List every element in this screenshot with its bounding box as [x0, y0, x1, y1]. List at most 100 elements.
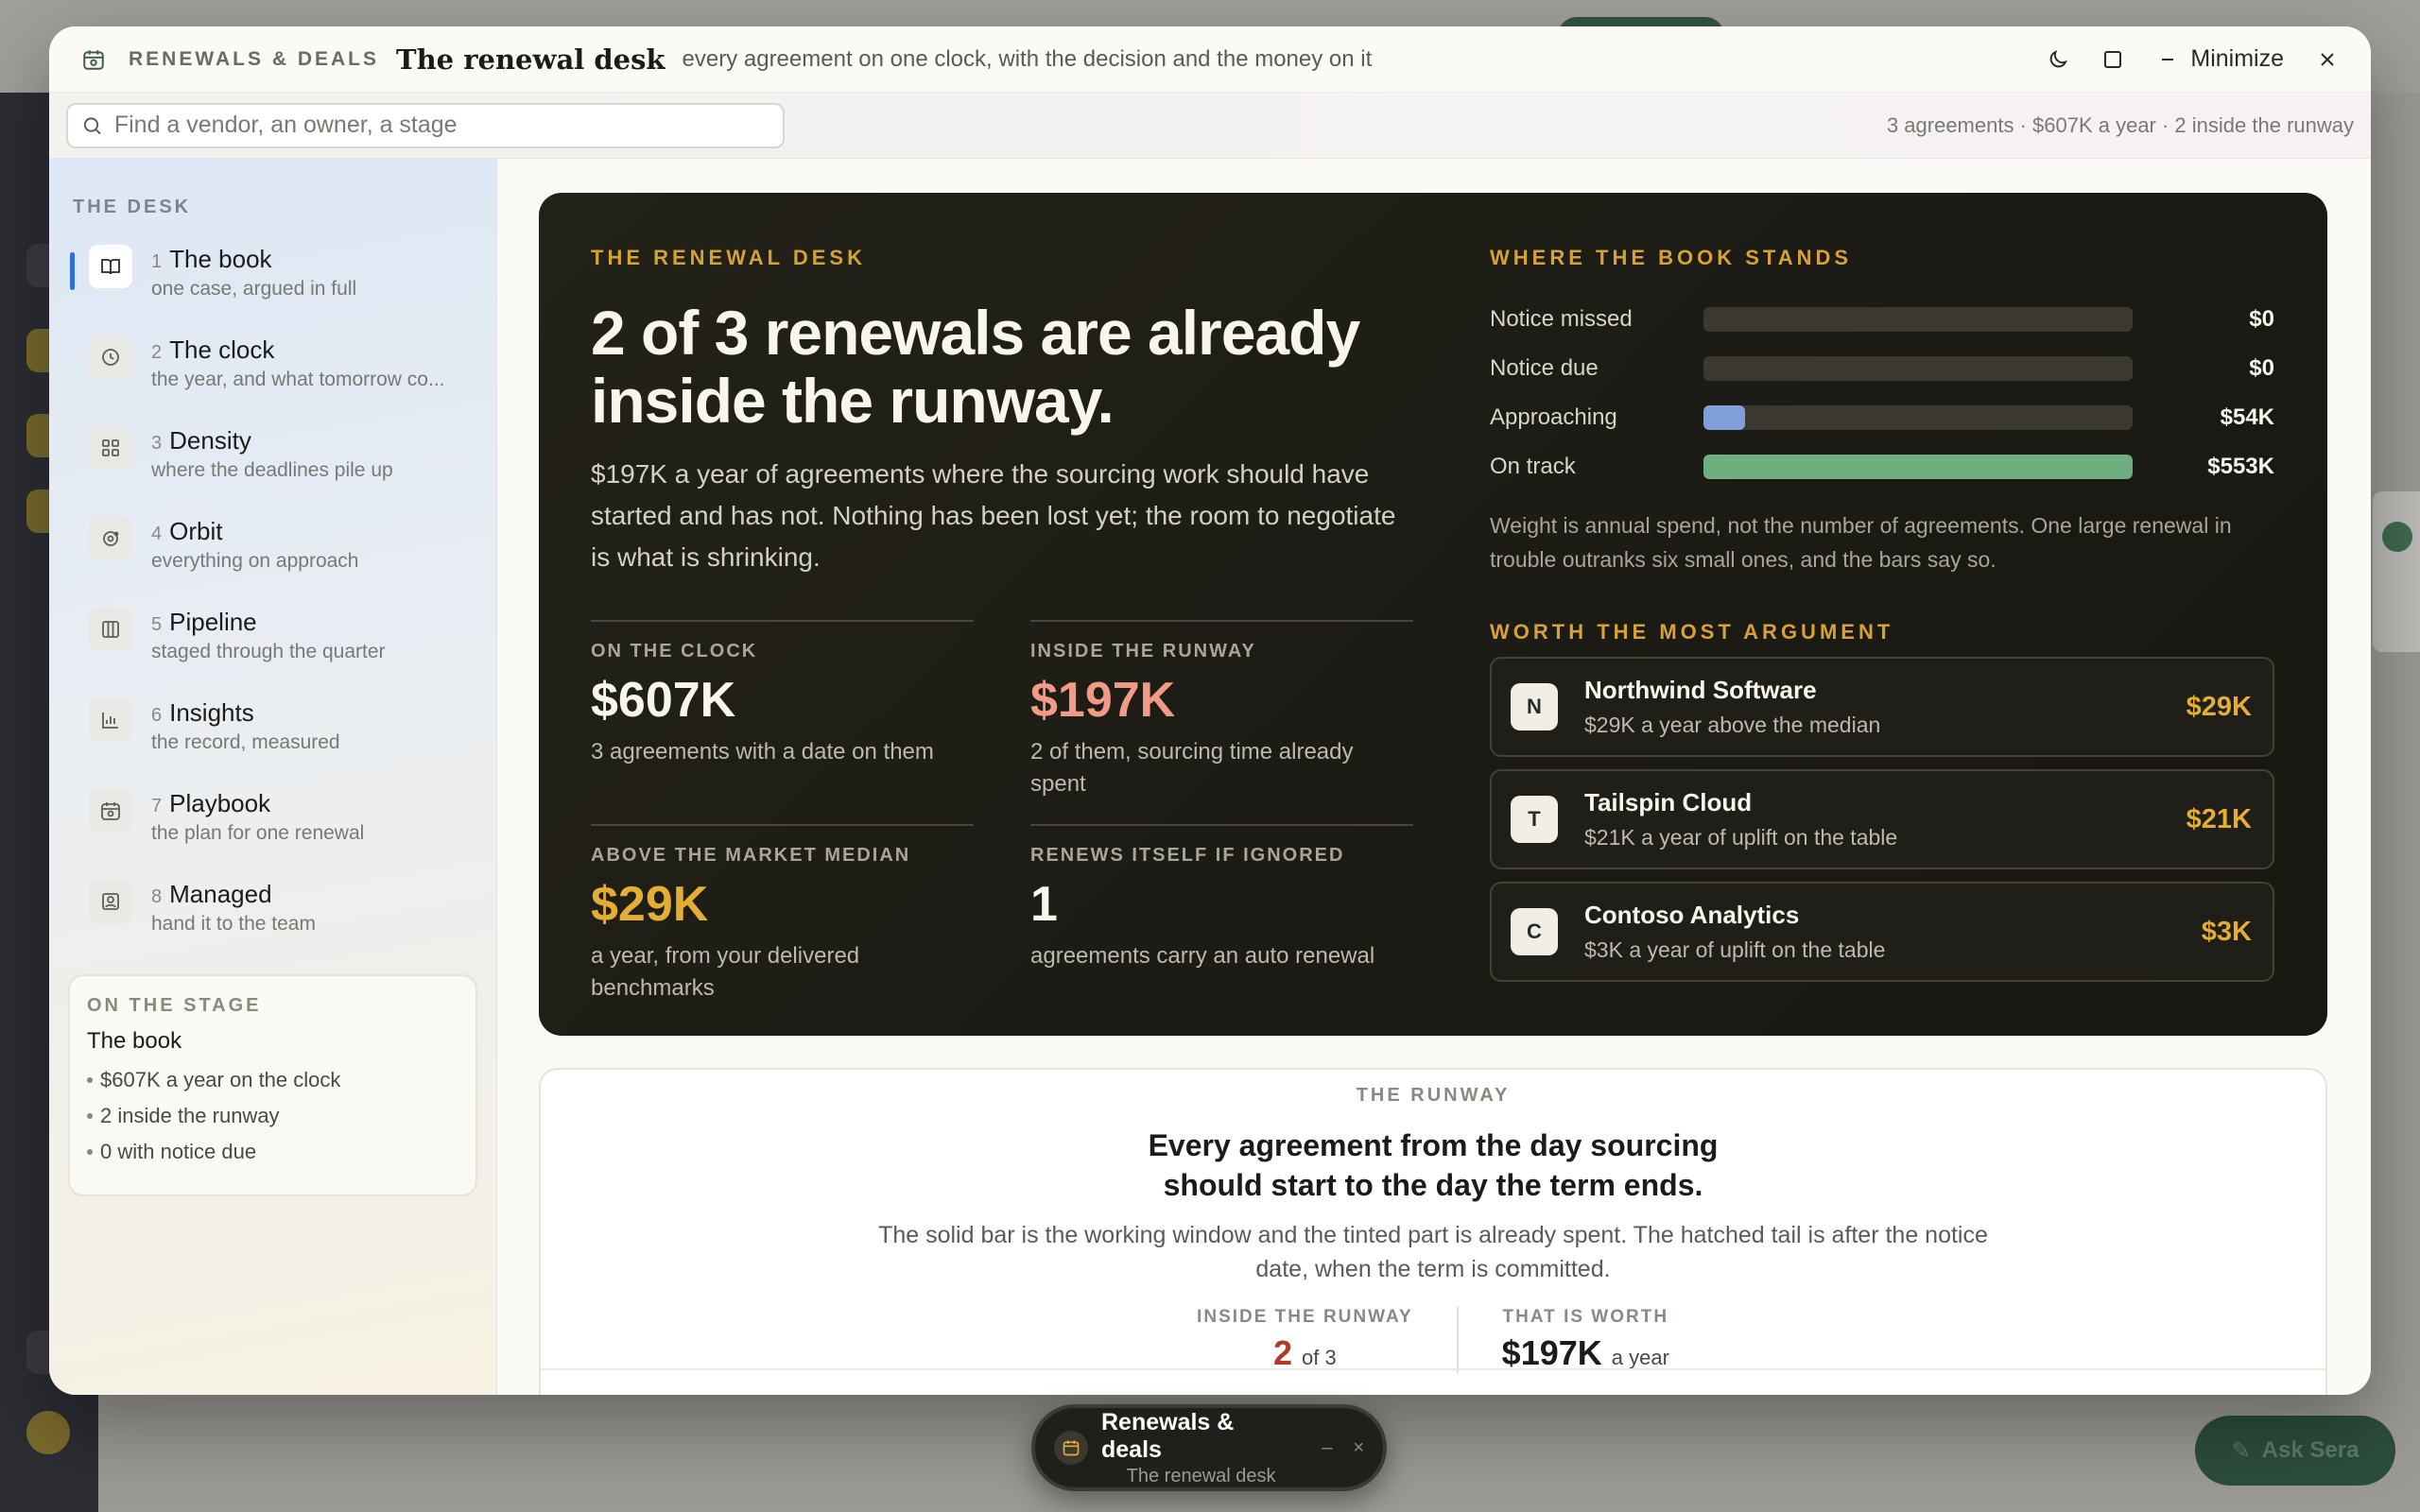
- hero-stats: ON THE CLOCK $607K 3 agreements with a d…: [591, 620, 1418, 1028]
- sidebar-item-pipeline[interactable]: 5 Pipeline staged through the quarter: [68, 604, 477, 695]
- deal-name: Contoso Analytics: [1584, 901, 1800, 929]
- runway-worth-unit: a year: [1611, 1346, 1669, 1369]
- stat-label: RENEWS ITSELF IF IGNORED: [1030, 845, 1345, 866]
- nav-number: 1: [151, 251, 163, 272]
- maximize-button[interactable]: [2101, 48, 2124, 71]
- bar-label: Notice missed: [1490, 306, 1633, 332]
- calendar-icon: [89, 789, 132, 833]
- ask-button-label: Ask Sera: [2261, 1437, 2360, 1463]
- bar-value: $0: [2249, 355, 2274, 381]
- summary-stats: 3 agreements · $607K a year · 2 inside t…: [1886, 112, 2354, 137]
- runway-kicker: THE RUNWAY: [1356, 1085, 1511, 1106]
- renewal-desk-hero: THE RENEWAL DESK 2 of 3 renewals are alr…: [539, 193, 2327, 1036]
- argument-list: WORTH THE MOST ARGUMENT N Northwind Soft…: [1490, 620, 2274, 982]
- bar-track: [1703, 455, 2133, 479]
- moon-icon: [2050, 49, 2068, 67]
- hero-headline: 2 of 3 renewals are already inside the r…: [591, 298, 1360, 436]
- dock-close-button[interactable]: ×: [1353, 1437, 1364, 1459]
- list-item: $607K a year on the clock: [87, 1068, 458, 1092]
- sidebar-item-sub: hand it to the team: [151, 913, 316, 935]
- runway-stat-worth: THAT IS WORTH $197K a year: [1456, 1307, 1713, 1373]
- window-subtitle: every agreement on one clock, with the d…: [682, 45, 1373, 72]
- stat-value: $607K: [591, 673, 736, 728]
- app-kicker: RENEWALS & DEALS: [129, 47, 380, 70]
- stat-desc: a year, from your delivered benchmarks: [591, 943, 860, 1001]
- sidebar-item-sub: one case, argued in full: [151, 278, 357, 300]
- search-icon: [83, 116, 101, 134]
- sidebar-item-orbit[interactable]: 4 Orbit everything on approach: [68, 513, 477, 604]
- orbit-icon: [89, 517, 132, 560]
- list-item: 0 with notice due: [87, 1140, 458, 1164]
- sidebar-item-managed[interactable]: 8 Managed hand it to the team: [68, 876, 477, 967]
- chat-icon: ✎: [2231, 1437, 2251, 1464]
- dock-subtitle: The renewal desk: [1126, 1465, 1276, 1486]
- clock-icon: [89, 335, 132, 379]
- stat-label: ON THE CLOCK: [591, 641, 758, 662]
- on-the-stage-card: ON THE STAGE The book $607K a year on th…: [68, 974, 477, 1196]
- argue-heading: WORTH THE MOST ARGUMENT: [1490, 620, 1894, 644]
- renewal-desk-window: RENEWALS & DEALS The renewal desk every …: [49, 26, 2371, 1395]
- search-box[interactable]: [66, 102, 785, 148]
- stage-points: $607K a year on the clock 2 inside the r…: [87, 1068, 458, 1164]
- deal-sub: $3K a year of uplift on the table: [1584, 937, 1886, 962]
- stat-desc: 2 of them, sourcing time already spent: [1030, 739, 1354, 797]
- ask-button[interactable]: ✎ Ask Sera: [2195, 1416, 2395, 1486]
- minimize-label: Minimize: [2190, 45, 2284, 72]
- bar-track: [1703, 307, 2133, 332]
- deal-name: Northwind Software: [1584, 676, 1817, 704]
- list-item: 2 inside the runway: [87, 1104, 458, 1128]
- hero-book-panel: WHERE THE BOOK STANDS Notice missed $0 N…: [1490, 246, 2274, 982]
- runway-inside-count: 2: [1272, 1333, 1293, 1372]
- dock-title: Renewals & deals: [1101, 1408, 1235, 1463]
- runway-inside-of: of 3: [1302, 1346, 1337, 1369]
- book-heading: WHERE THE BOOK STANDS: [1490, 246, 1853, 269]
- sidebar-item-sub: the year, and what tomorrow co...: [151, 369, 445, 390]
- deal-card-contoso[interactable]: C Contoso Analytics $3K a year of uplift …: [1490, 882, 2274, 982]
- nav-number: 6: [151, 705, 163, 726]
- runway-worth-value: $197K: [1501, 1333, 1602, 1372]
- sidebar-item-label: Managed: [169, 880, 272, 908]
- sidebar-item-density[interactable]: 3 Density where the deadlines pile up: [68, 422, 477, 513]
- bar-label: Approaching: [1490, 404, 1617, 430]
- stat-label: INSIDE THE RUNWAY: [1030, 641, 1256, 662]
- calendar-icon: [1054, 1431, 1088, 1465]
- deal-card-northwind[interactable]: N Northwind Software $29K a year above th…: [1490, 657, 2274, 757]
- sidebar-item-the-book[interactable]: 1 The book one case, argued in full: [68, 241, 477, 332]
- bar-value: $54K: [2220, 404, 2274, 430]
- bar-row: Notice missed $0: [1490, 295, 2274, 344]
- stage-kicker: ON THE STAGE: [87, 995, 262, 1016]
- bar-track: [1703, 356, 2133, 381]
- close-icon: [2321, 52, 2334, 66]
- sidebar-item-label: Orbit: [169, 517, 223, 545]
- minimize-button[interactable]: Minimize: [2156, 45, 2284, 73]
- minimized-dock-pill[interactable]: Renewals & deals The renewal desk – ×: [1031, 1404, 1387, 1491]
- sidebar-item-sub: the plan for one renewal: [151, 822, 365, 844]
- divider: [541, 1368, 2325, 1370]
- stat-value: 1: [1030, 877, 1058, 932]
- deal-card-tailspin[interactable]: T Tailspin Cloud $21K a year of uplift on…: [1490, 769, 2274, 869]
- vendor-avatar: C: [1511, 908, 1558, 955]
- runway-stat-label: INSIDE THE RUNWAY: [1197, 1307, 1413, 1327]
- stat-desc: 3 agreements with a date on them: [591, 739, 934, 765]
- stat-value: $29K: [591, 877, 709, 932]
- grid-icon: [89, 426, 132, 470]
- sidebar-item-label: The clock: [169, 335, 275, 364]
- dock-minimize-button[interactable]: –: [1322, 1437, 1332, 1459]
- sidebar-item-playbook[interactable]: 7 Playbook the plan for one renewal: [68, 785, 477, 876]
- backdrop-side-tab: [2373, 491, 2420, 652]
- vendor-avatar: N: [1511, 683, 1558, 730]
- bar-row: Approaching $54K: [1490, 393, 2274, 442]
- nav-number: 7: [151, 796, 163, 816]
- theme-toggle-button[interactable]: [2047, 48, 2069, 71]
- close-button[interactable]: [2316, 48, 2339, 71]
- sidebar-heading: THE DESK: [73, 197, 192, 217]
- hero-summary: THE RENEWAL DESK 2 of 3 renewals are alr…: [591, 246, 1418, 1028]
- stat-desc: agreements carry an auto renewal: [1030, 943, 1375, 969]
- bar-chart-icon: [89, 698, 132, 742]
- sidebar-item-insights[interactable]: 6 Insights the record, measured: [68, 695, 477, 785]
- deal-sub: $21K a year of uplift on the table: [1584, 825, 1898, 850]
- sidebar-item-the-clock[interactable]: 2 The clock the year, and what tomorrow co…: [68, 332, 477, 422]
- runway-card: THE RUNWAY Every agreement from the day …: [539, 1068, 2327, 1395]
- title-bar: RENEWALS & DEALS The renewal desk every …: [49, 26, 2371, 93]
- search-input[interactable]: [113, 112, 769, 139]
